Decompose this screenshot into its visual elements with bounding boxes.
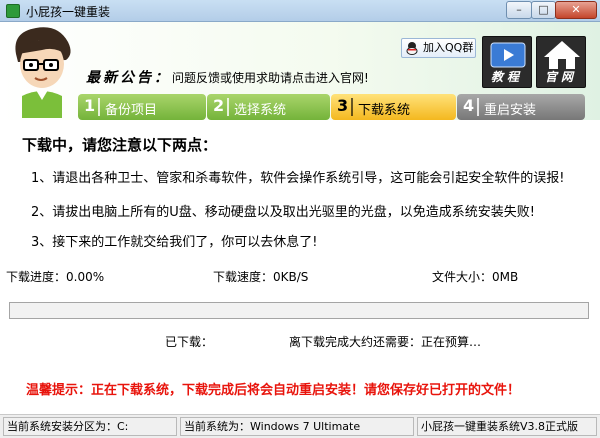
file-size-text: 文件大小：0MB: [432, 270, 519, 284]
status-bar: 当前系统安装分区为：C: 当前系统为：Windows 7 Ultimate 小屁…: [0, 414, 600, 438]
step-number: 4: [463, 96, 475, 115]
minimize-button[interactable]: –: [506, 1, 532, 19]
step-label: 下载系统: [358, 103, 411, 118]
tutorial-button[interactable]: 教程: [482, 36, 532, 88]
header-banner: 最新公告： 问题反馈或使用求助请点击进入官网! 加入QQ群 教程 官网 1 备份…: [0, 22, 600, 120]
status-current-system: 当前系统为：Windows 7 Ultimate: [180, 417, 414, 436]
step-tabs: 1 备份项目 2 选择系统 3 下载系统 4 重启安装: [78, 94, 588, 120]
step-label: 重启安装: [484, 103, 537, 118]
download-progress-bar: [9, 302, 589, 319]
warning-tip: 温馨提示：正在下载系统，下载完成后将会自动重启安装！请您保存好已打开的文件！: [26, 383, 521, 398]
instruction-line: 2、请拔出电脑上所有的U盘、移动硬盘以及取出光驱里的光盘，以免造成系统安装失败!: [31, 205, 535, 220]
instruction-line: 3、接下来的工作就交给我们了，你可以去休息了!: [31, 235, 318, 250]
close-button[interactable]: ✕: [555, 1, 597, 19]
avatar-cartoon-boy: [15, 27, 71, 118]
join-qq-group-button[interactable]: 加入QQ群: [401, 38, 476, 58]
step-number: 1: [84, 96, 96, 115]
window-title: 小屁孩一键重装: [26, 5, 111, 19]
step-backup: 1 备份项目: [78, 94, 206, 120]
step-label: 备份项目: [105, 103, 158, 118]
notice-label: 最新公告：: [86, 70, 171, 86]
step-number: 2: [213, 96, 225, 115]
qq-button-label: 加入QQ群: [423, 41, 474, 54]
content-title: 下载中，请您注意以下两点：: [22, 136, 218, 154]
instruction-line: 1、请退出各种卫士、管家和杀毒软件，软件会操作系统引导，这可能会引起安全软件的误…: [31, 171, 565, 186]
download-speed-text: 下载速度：0KB/S: [213, 270, 309, 284]
downloaded-label: 已下载：: [165, 335, 214, 349]
status-partition: 当前系统安装分区为：C:: [3, 417, 177, 436]
website-label: 官网: [544, 70, 577, 84]
official-website-button[interactable]: 官网: [536, 36, 586, 88]
notice-link[interactable]: 问题反馈或使用求助请点击进入官网!: [172, 69, 369, 86]
step-number: 3: [337, 96, 349, 115]
step-divider: [98, 98, 100, 116]
title-bar: 小屁孩一键重装 – □ ✕: [0, 0, 600, 22]
remaining-time-text: 离下载完成大约还需要：正在预算…: [289, 335, 482, 349]
status-version: 小屁孩一键重装系统V3.8正式版: [417, 417, 597, 436]
step-label: 选择系统: [234, 103, 287, 118]
step-divider: [227, 98, 229, 116]
app-icon: [6, 4, 20, 18]
step-download-system: 3 下载系统: [331, 94, 456, 120]
qq-icon: [406, 42, 418, 55]
step-select-system: 2 选择系统: [207, 94, 330, 120]
step-divider: [351, 98, 353, 116]
step-reboot-install: 4 重启安装: [457, 94, 585, 120]
tutorial-label: 教程: [490, 70, 523, 84]
step-divider: [477, 98, 479, 116]
download-progress-text: 下载进度：0.00%: [6, 270, 105, 284]
maximize-button[interactable]: □: [531, 1, 556, 19]
